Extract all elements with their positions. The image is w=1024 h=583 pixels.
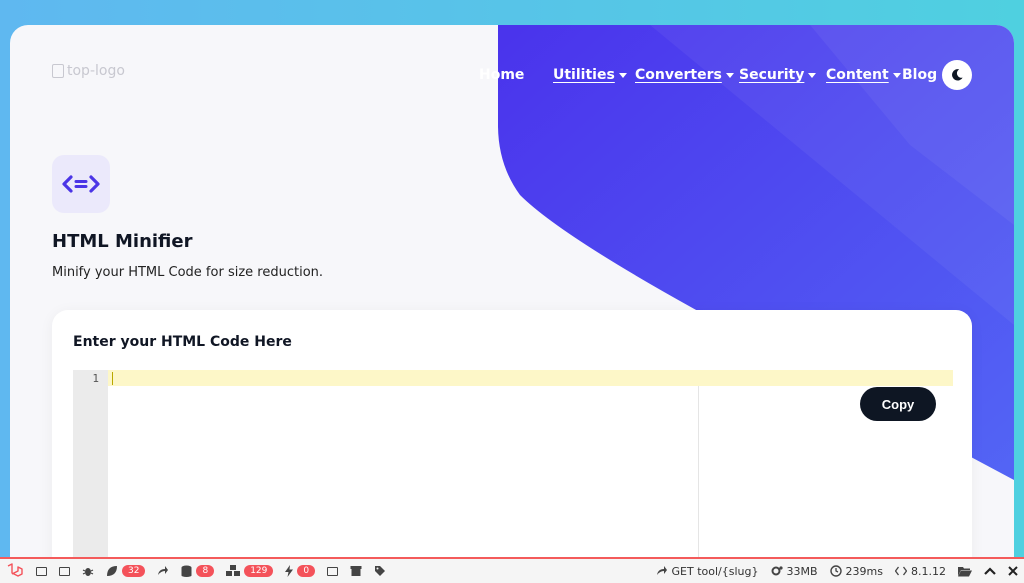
nav-converters[interactable]: Converters: [635, 67, 734, 83]
memory-text: 33MB: [786, 564, 818, 578]
debug-bar: 32 8 129 0 GET tool/{slug} 33MB 239ms 8.…: [0, 557, 1024, 583]
debugbar-route-info[interactable]: GET tool/{slug}: [650, 559, 765, 583]
page-subtitle: Minify your HTML Code for size reduction…: [52, 265, 324, 280]
cubes-icon: [226, 565, 241, 576]
caret-down-icon: [618, 73, 627, 78]
route-text: GET tool/{slug}: [671, 564, 759, 578]
editor-gutter: 1: [73, 370, 108, 583]
cogs-icon: [771, 566, 783, 576]
php-version-text: 8.1.12: [911, 564, 946, 578]
tool-icon-tile: [52, 155, 110, 213]
archive-icon: [350, 566, 362, 576]
folder-open-icon: [958, 566, 972, 576]
views-count-badge: 32: [122, 565, 146, 577]
tags-icon: [375, 566, 386, 576]
debugbar-time[interactable]: 239ms: [824, 559, 889, 583]
leaf-icon: [107, 566, 117, 576]
theme-toggle-button[interactable]: [942, 60, 972, 90]
clock-icon: [829, 565, 842, 577]
line-number: 1: [92, 372, 99, 385]
debugbar-queries[interactable]: 8: [175, 559, 220, 583]
editor-divider: [698, 386, 699, 583]
messages-icon: [36, 566, 47, 576]
nav-converters-label: Converters: [635, 67, 722, 83]
debugbar-timeline[interactable]: [53, 559, 76, 583]
page-frame: top-logo Home Utilities Converters Secur…: [10, 25, 1014, 583]
debugbar-events[interactable]: 0: [279, 559, 321, 583]
debugbar-session[interactable]: [321, 559, 344, 583]
debugbar-maximize[interactable]: [978, 559, 1002, 583]
session-icon: [327, 566, 339, 576]
debugbar-memory[interactable]: 33MB: [765, 559, 824, 583]
debugbar-open[interactable]: [952, 559, 978, 583]
chevron-up-icon: [984, 567, 996, 575]
time-text: 239ms: [845, 564, 883, 578]
site-logo[interactable]: top-logo: [52, 63, 125, 79]
debugbar-route[interactable]: [151, 559, 175, 583]
debugbar-logo[interactable]: [0, 559, 30, 583]
share-arrow-icon: [158, 566, 169, 575]
timeline-icon: [59, 566, 70, 576]
nav-home[interactable]: Home: [479, 67, 524, 83]
debugbar-exceptions[interactable]: [76, 559, 100, 583]
share-arrow-icon: [656, 566, 667, 575]
debugbar-models[interactable]: 129: [220, 559, 279, 583]
debugbar-request[interactable]: [344, 559, 368, 583]
editor-card-title: Enter your HTML Code Here: [73, 334, 292, 350]
queries-count-badge: 8: [196, 565, 215, 577]
close-icon: [1008, 566, 1018, 576]
nav-security[interactable]: Security: [739, 67, 817, 83]
debugbar-right: GET tool/{slug} 33MB 239ms 8.1.12: [650, 559, 1024, 583]
page-title: HTML Minifier: [52, 231, 193, 252]
nav-utilities[interactable]: Utilities: [553, 67, 627, 83]
laravel-logo-icon: [7, 563, 23, 577]
bolt-icon: [285, 565, 294, 577]
nav-blog-label: Blog: [902, 67, 938, 83]
moon-icon: [952, 69, 963, 81]
debugbar-views[interactable]: 32: [100, 559, 151, 583]
editor-card: Enter your HTML Code Here 1 Copy: [52, 310, 972, 583]
code-editor[interactable]: 1 Copy: [73, 370, 953, 583]
nav-content[interactable]: Content: [826, 67, 901, 83]
broken-image-icon: [52, 64, 64, 78]
nav-home-label: Home: [479, 67, 525, 83]
nav-content-label: Content: [826, 67, 889, 83]
copy-button[interactable]: Copy: [860, 387, 936, 421]
models-count-badge: 129: [244, 565, 274, 577]
caret-down-icon: [725, 73, 734, 78]
caret-down-icon: [892, 73, 901, 78]
debugbar-tags[interactable]: [368, 559, 392, 583]
bug-icon: [82, 568, 94, 576]
code-arrows-icon: [62, 175, 100, 193]
code-icon: [895, 566, 907, 576]
database-icon: [181, 565, 192, 577]
debugbar-php-version[interactable]: 8.1.12: [889, 559, 952, 583]
top-nav: top-logo Home Utilities Converters Secur…: [10, 25, 1014, 125]
debugbar-messages[interactable]: [30, 559, 53, 583]
logo-alt-text: top-logo: [67, 63, 125, 79]
events-count-badge: 0: [297, 565, 316, 577]
nav-blog[interactable]: Blog: [902, 67, 937, 83]
caret-down-icon: [808, 73, 817, 78]
nav-security-label: Security: [739, 67, 805, 83]
active-line-highlight: [108, 370, 953, 386]
text-cursor: [112, 372, 113, 385]
nav-utilities-label: Utilities: [553, 67, 615, 83]
debugbar-close[interactable]: [1002, 559, 1024, 583]
